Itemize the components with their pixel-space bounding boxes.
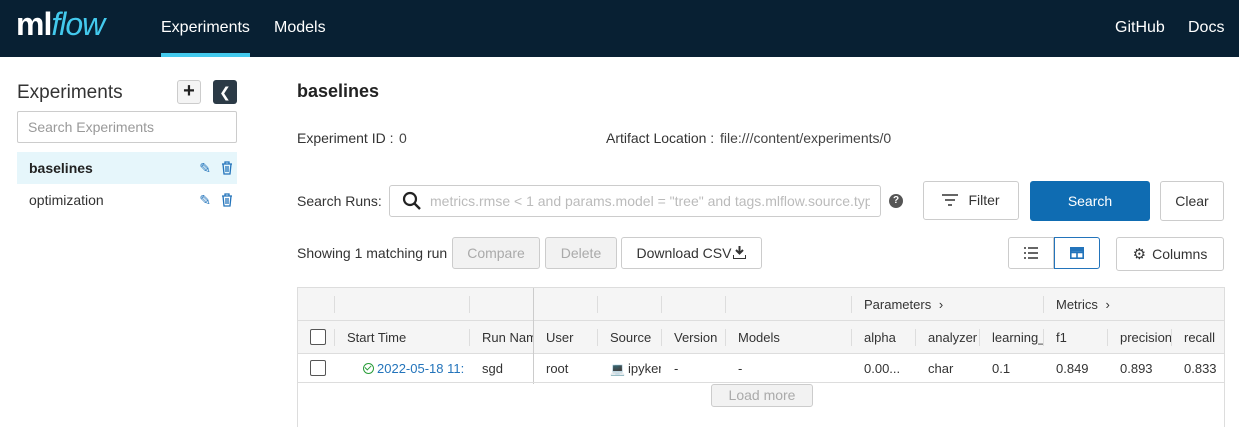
run-start-time[interactable]: 2022-05-18 11: — [355, 354, 470, 382]
artifact-location-value: file:///content/experiments/0 — [720, 130, 892, 146]
nav-experiments[interactable]: Experiments — [161, 19, 250, 37]
nav-models[interactable]: Models — [274, 19, 326, 37]
column-version[interactable]: Version — [662, 321, 725, 353]
list-view-button[interactable] — [1008, 237, 1054, 269]
column-source[interactable]: Source — [598, 321, 661, 353]
run-source[interactable]: 💻ipykernel — [598, 354, 661, 382]
search-icon — [402, 191, 422, 211]
collapse-sidebar-button[interactable]: ❮ — [213, 80, 237, 104]
experiment-id-value: 0 — [399, 130, 407, 146]
search-runs-input[interactable] — [430, 186, 870, 216]
column-user[interactable]: User — [534, 321, 596, 353]
run-version: - — [674, 361, 679, 376]
table-icon — [1070, 247, 1084, 259]
column-models[interactable]: Models — [726, 321, 851, 353]
chevron-right-icon: › — [938, 297, 944, 312]
download-icon — [732, 246, 748, 260]
param-learning-rate: 0.1 — [992, 361, 1011, 376]
chevron-right-icon: › — [1105, 297, 1110, 312]
column-start-time[interactable]: Start Time — [335, 321, 469, 353]
metric-precision: 0.893 — [1120, 361, 1153, 376]
laptop-icon: 💻 — [610, 362, 625, 376]
nav-docs[interactable]: Docs — [1188, 19, 1224, 37]
gear-icon: ⚙ — [1132, 246, 1147, 263]
search-button[interactable]: Search — [1030, 181, 1150, 221]
sidebar-title: Experiments — [17, 82, 123, 103]
column-alpha[interactable]: alpha — [852, 321, 916, 353]
top-navbar: mlflow Experiments Models GitHub Docs — [0, 0, 1239, 57]
nav-active-indicator — [161, 53, 250, 57]
help-icon[interactable]: ? — [889, 194, 903, 208]
mlflow-logo[interactable]: mlflow — [16, 6, 105, 50]
compare-button[interactable]: Compare — [452, 237, 540, 269]
experiment-id-label: Experiment ID : — [297, 130, 394, 146]
run-user: root — [546, 361, 569, 376]
matching-runs-count: Showing 1 matching run — [297, 245, 448, 261]
sidebar-item-baselines[interactable]: baselines ✎ — [17, 152, 237, 184]
parameters-group-header[interactable]: Parameters › — [864, 288, 943, 321]
column-precision[interactable]: precision — [1108, 321, 1172, 353]
table-row[interactable]: 2022-05-18 11: sgd root 💻ipykernel - - 0… — [298, 354, 1224, 383]
sidebar-item-label: baselines — [29, 160, 93, 176]
param-alpha: 0.00... — [864, 361, 901, 376]
filter-icon — [942, 194, 959, 206]
edit-icon[interactable]: ✎ — [199, 152, 211, 184]
add-experiment-button[interactable]: + — [177, 80, 201, 104]
search-runs-label: Search Runs: — [297, 193, 382, 209]
clear-button[interactable]: Clear — [1160, 181, 1224, 221]
edit-icon[interactable]: ✎ — [199, 184, 211, 216]
download-csv-button[interactable]: Download CSV — [621, 237, 762, 269]
list-icon — [1024, 247, 1038, 259]
run-models: - — [738, 361, 743, 376]
column-run-name[interactable]: Run Name — [470, 321, 534, 353]
sidebar-item-label: optimization — [29, 192, 104, 208]
runs-table: Parameters › Metrics › Start Time Run Na… — [297, 287, 1225, 427]
param-analyzer: char — [928, 361, 954, 376]
search-experiments-input[interactable] — [17, 111, 237, 143]
column-f1[interactable]: f1 — [1044, 321, 1107, 353]
column-recall[interactable]: recall — [1172, 321, 1226, 353]
select-all-checkbox[interactable] — [310, 329, 326, 345]
load-more-button[interactable]: Load more — [711, 384, 813, 407]
grid-view-button[interactable] — [1054, 237, 1100, 269]
check-circle-icon — [363, 363, 374, 374]
nav-github[interactable]: GitHub — [1115, 19, 1165, 37]
metric-f1: 0.849 — [1056, 361, 1089, 376]
experiment-title: baselines — [297, 81, 380, 101]
column-learning-rate[interactable]: learning_rate — [980, 321, 1043, 353]
metric-recall: 0.833 — [1184, 361, 1217, 376]
filter-button[interactable]: Filter — [923, 181, 1019, 220]
columns-button[interactable]: ⚙ Columns — [1116, 237, 1224, 271]
search-runs-box — [389, 185, 881, 217]
sidebar-item-optimization[interactable]: optimization ✎ — [17, 184, 237, 216]
column-analyzer[interactable]: analyzer — [916, 321, 979, 353]
delete-button[interactable]: Delete — [545, 237, 617, 269]
row-checkbox[interactable] — [310, 360, 326, 376]
table-column-header: Start Time Run Name User Source Version … — [298, 321, 1224, 354]
metrics-group-header[interactable]: Metrics › — [1056, 288, 1110, 321]
artifact-location-label: Artifact Location : — [606, 130, 715, 146]
trash-icon[interactable] — [221, 184, 233, 216]
table-group-header: Parameters › Metrics › — [298, 288, 1224, 321]
run-name: sgd — [482, 361, 503, 376]
trash-icon[interactable] — [221, 152, 233, 184]
